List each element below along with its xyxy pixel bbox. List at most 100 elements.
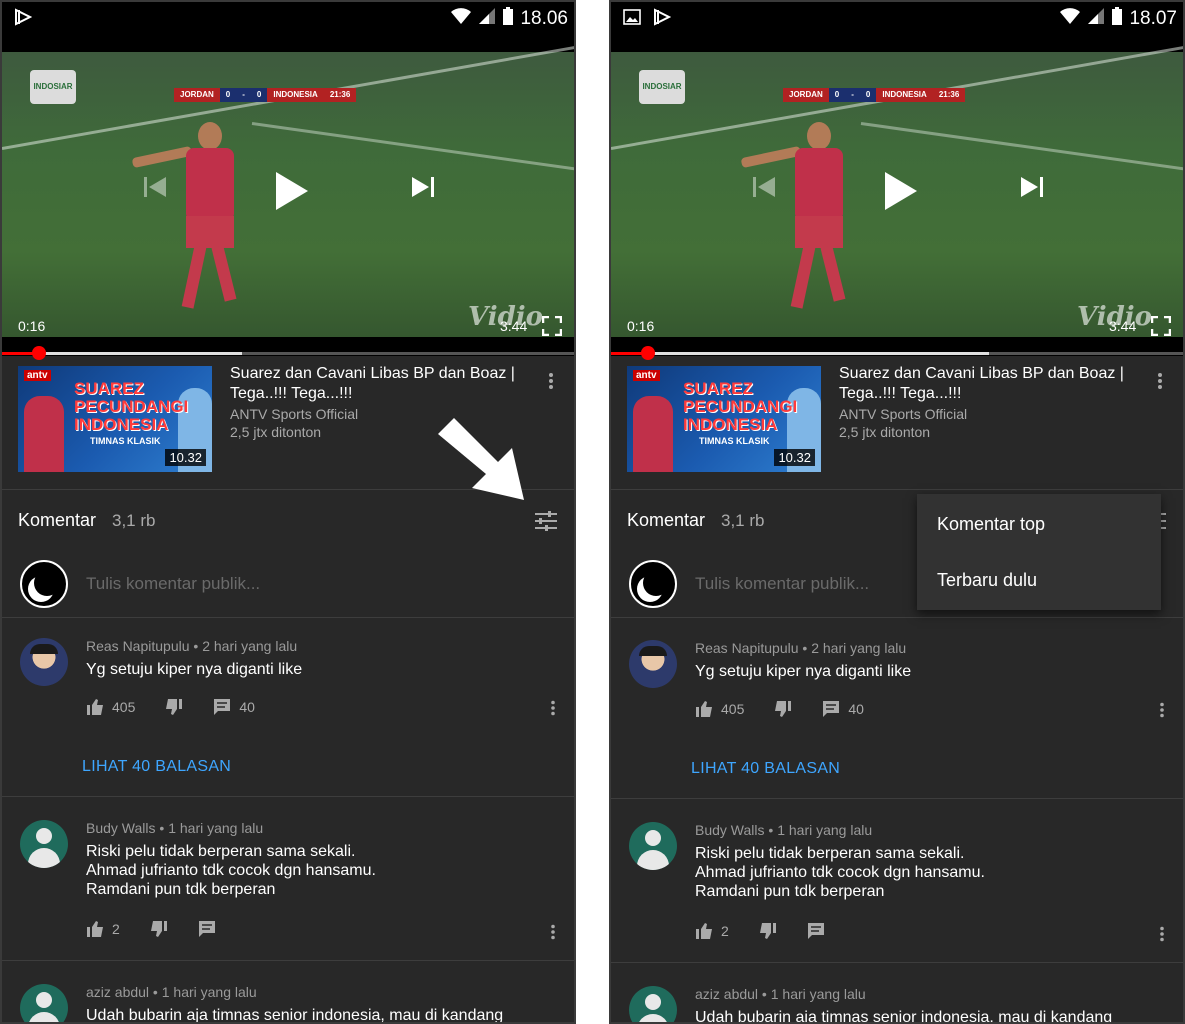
- status-bar: 18.06: [2, 2, 574, 34]
- comments-count: 3,1 rb: [721, 511, 765, 530]
- comment-author[interactable]: Reas Napitupulu: [86, 638, 190, 654]
- comment-author[interactable]: Reas Napitupulu: [695, 640, 799, 656]
- battery-icon: [502, 6, 514, 32]
- dislike-button[interactable]: [759, 922, 777, 940]
- more-options-icon[interactable]: [1157, 372, 1163, 395]
- comment-text: Riski pelu tidak berperan sama sekali. Ah…: [695, 845, 985, 900]
- thumbnail-badge: TIMNAS KLASIK: [699, 436, 770, 446]
- youtube-notification-icon: [653, 8, 672, 31]
- like-button[interactable]: 405: [86, 698, 135, 716]
- next-icon[interactable]: [1019, 174, 1045, 205]
- comment-more-icon[interactable]: [1159, 926, 1165, 947]
- more-options-icon[interactable]: [548, 372, 554, 395]
- sort-option-newest[interactable]: Terbaru dulu: [937, 570, 1037, 591]
- previous-icon[interactable]: [142, 174, 168, 205]
- phone-screen-left: 18.06 INDOSIAR JORDAN 0-0 INDONESIA 21:36 V…: [0, 0, 576, 1024]
- channel-name[interactable]: ANTV Sports Official: [839, 406, 967, 422]
- fullscreen-icon[interactable]: [541, 315, 563, 341]
- like-button[interactable]: 2: [695, 922, 729, 940]
- comment-time: 1 hari yang lalu: [168, 820, 264, 836]
- dislike-button[interactable]: [150, 920, 168, 938]
- thumbnail-title: SUAREZ PECUNDANGI INDONESIA: [683, 379, 798, 434]
- comment-more-icon[interactable]: [550, 700, 556, 721]
- comment-meta: Budy Walls • 1 hari yang lalu: [695, 822, 873, 838]
- wifi-icon: [450, 7, 472, 31]
- sort-comments-icon[interactable]: [534, 510, 558, 537]
- view-count: 2,5 jtx ditonton: [839, 424, 931, 440]
- comment-input[interactable]: Tulis komentar publik...: [695, 574, 869, 594]
- channel-name[interactable]: ANTV Sports Official: [230, 406, 358, 422]
- play-icon[interactable]: [883, 170, 919, 217]
- footballer-figure: [131, 122, 242, 322]
- comments-count: 3,1 rb: [112, 511, 156, 530]
- view-replies-link[interactable]: LIHAT 40 BALASAN: [691, 760, 840, 778]
- like-button[interactable]: 2: [86, 920, 120, 938]
- battery-icon: [1111, 6, 1123, 32]
- comment-meta: Reas Napitupulu • 2 hari yang lalu: [86, 638, 298, 654]
- comment-author[interactable]: aziz abdul: [86, 984, 149, 1000]
- comment-time: 1 hari yang lalu: [777, 822, 873, 838]
- comment-time: 2 hari yang lalu: [202, 638, 298, 654]
- video-title[interactable]: Suarez dan Cavani Libas BP dan Boaz | Te…: [839, 364, 1149, 404]
- play-icon[interactable]: [274, 170, 310, 217]
- comment-compose[interactable]: Tulis komentar publik...: [2, 550, 574, 618]
- commenter-avatar[interactable]: [629, 822, 677, 870]
- comment-text: Udah bubarin aja timnas senior indonesia…: [695, 1009, 1113, 1024]
- previous-icon[interactable]: [751, 174, 777, 205]
- seek-bar[interactable]: [2, 346, 574, 360]
- reply-button[interactable]: [198, 920, 216, 938]
- comment-meta: Budy Walls • 1 hari yang lalu: [86, 820, 264, 836]
- scoreboard: JORDAN 0-0 INDONESIA 21:36: [783, 88, 966, 102]
- dislike-button[interactable]: [165, 698, 183, 716]
- current-time: 0:16: [18, 318, 46, 334]
- comment-author[interactable]: Budy Walls: [695, 822, 765, 838]
- commenter-avatar[interactable]: [20, 638, 68, 686]
- commenter-avatar[interactable]: [629, 986, 677, 1022]
- like-count: 405: [721, 701, 745, 717]
- comment-text: Udah bubarin aja timnas senior indonesia…: [86, 1007, 504, 1024]
- video-player[interactable]: INDOSIAR JORDAN 0-0 INDONESIA 21:36 Vidio 0…: [611, 34, 1183, 356]
- comment-more-icon[interactable]: [550, 924, 556, 945]
- signal-icon: [1087, 7, 1105, 31]
- comment-text: Yg setuju kiper nya diganti like: [695, 663, 912, 680]
- seek-bar[interactable]: [611, 346, 1183, 360]
- thumbnail-duration: 10.32: [165, 449, 206, 466]
- view-replies-link[interactable]: LIHAT 40 BALASAN: [82, 758, 231, 776]
- divider: [611, 798, 1183, 799]
- comment-input[interactable]: Tulis komentar publik...: [86, 574, 260, 594]
- comment-more-icon[interactable]: [1159, 702, 1165, 723]
- video-player[interactable]: INDOSIAR JORDAN 0-0 INDONESIA 21:36 Vidio 0…: [2, 34, 574, 356]
- sort-option-top[interactable]: Komentar top: [937, 514, 1045, 535]
- comment-meta: Reas Napitupulu • 2 hari yang lalu: [695, 640, 907, 656]
- video-card[interactable]: antv SUAREZ PECUNDANGI INDONESIA TIMNAS …: [611, 358, 1183, 490]
- comment-actions: 2: [695, 922, 855, 940]
- comment-meta: aziz abdul • 1 hari yang lalu: [695, 986, 866, 1002]
- commenter-avatar[interactable]: [20, 820, 68, 868]
- like-count: 405: [112, 699, 136, 715]
- like-count: 2: [112, 921, 120, 937]
- dislike-button[interactable]: [774, 700, 792, 718]
- thumbnail-duration: 10.32: [774, 449, 815, 466]
- comment-actions: 405 40: [695, 700, 894, 718]
- total-duration: 3:44: [500, 318, 528, 334]
- comment-author[interactable]: Budy Walls: [86, 820, 156, 836]
- video-title[interactable]: Suarez dan Cavani Libas BP dan Boaz | Te…: [230, 364, 540, 404]
- fullscreen-icon[interactable]: [1150, 315, 1172, 341]
- reply-button[interactable]: 40: [822, 700, 864, 718]
- my-avatar: [629, 560, 677, 608]
- video-thumbnail[interactable]: antv SUAREZ PECUNDANGI INDONESIA TIMNAS …: [627, 366, 821, 472]
- comments-label: Komentar: [627, 510, 706, 530]
- comment-author[interactable]: aziz abdul: [695, 986, 758, 1002]
- channel-logo: INDOSIAR: [639, 70, 685, 104]
- status-bar: 18.07: [611, 2, 1183, 34]
- video-thumbnail[interactable]: antv SUAREZ PECUNDANGI INDONESIA TIMNAS …: [18, 366, 212, 472]
- thumbnail-brand: antv: [633, 370, 660, 381]
- commenter-avatar[interactable]: [20, 984, 68, 1022]
- reply-button[interactable]: 40: [213, 698, 255, 716]
- my-avatar: [20, 560, 68, 608]
- commenter-avatar[interactable]: [629, 640, 677, 688]
- comment-item: aziz abdul • 1 hari yang lalu Udah bubar…: [2, 984, 574, 1024]
- next-icon[interactable]: [410, 174, 436, 205]
- reply-button[interactable]: [807, 922, 825, 940]
- like-button[interactable]: 405: [695, 700, 744, 718]
